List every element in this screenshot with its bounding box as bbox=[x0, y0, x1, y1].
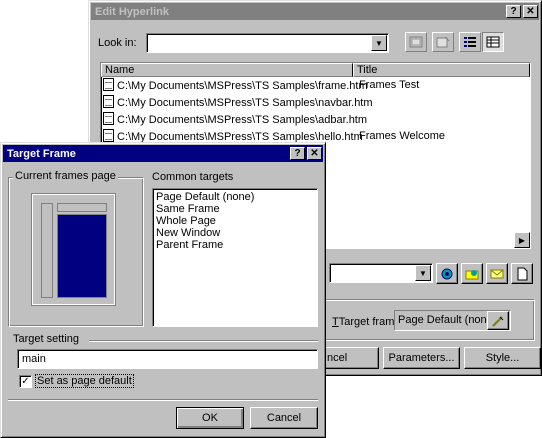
common-targets-label: Common targets bbox=[152, 171, 234, 183]
list-item[interactable]: Parent Frame bbox=[156, 239, 223, 251]
column-header-name[interactable]: Name bbox=[101, 63, 353, 77]
buttons-divider bbox=[8, 399, 318, 401]
globe-page-icon bbox=[409, 36, 423, 48]
new-page-button[interactable] bbox=[511, 263, 533, 284]
html-file-icon bbox=[103, 78, 114, 91]
file-row[interactable]: C:\My Documents\MSPress\TS Samples\frame… bbox=[103, 78, 368, 94]
frames-page-preview bbox=[31, 193, 116, 306]
target-setting-divider bbox=[89, 340, 318, 342]
list-item[interactable]: Whole Page bbox=[156, 215, 216, 227]
common-targets-list[interactable]: Page Default (none) Same Frame Whole Pag… bbox=[152, 188, 318, 327]
ok-button[interactable]: OK bbox=[176, 407, 244, 429]
file-name: C:\My Documents\MSPress\TS Samples\adbar… bbox=[117, 114, 368, 126]
html-file-icon bbox=[103, 95, 114, 108]
target-frame-label: TTarget frame bbox=[332, 316, 401, 328]
target-setting-input[interactable]: main bbox=[17, 349, 318, 369]
close-button[interactable]: ✕ bbox=[307, 147, 322, 160]
html-file-icon bbox=[103, 129, 114, 142]
target-frame-picker-button[interactable] bbox=[487, 311, 509, 330]
browse-file-button[interactable] bbox=[432, 32, 454, 52]
folder-globe-icon bbox=[465, 269, 479, 279]
help-button[interactable]: ? bbox=[506, 5, 521, 18]
column-header-title[interactable]: Title bbox=[353, 63, 530, 77]
style-button[interactable]: Style... bbox=[464, 347, 541, 369]
browse-web-button[interactable] bbox=[405, 32, 427, 52]
email-button[interactable] bbox=[486, 263, 508, 284]
cancel-button[interactable]: Cancel bbox=[250, 407, 318, 429]
file-title: Frames Welcome bbox=[359, 130, 445, 142]
chevron-down-icon[interactable]: ▼ bbox=[371, 35, 387, 51]
help-button[interactable]: ? bbox=[290, 147, 305, 160]
file-name: C:\My Documents\MSPress\TS Samples\navba… bbox=[117, 97, 373, 109]
target-frame-value: Page Default (none) bbox=[398, 314, 497, 326]
browse-web-button[interactable] bbox=[436, 263, 458, 284]
scroll-right-arrow[interactable]: ▶ bbox=[514, 232, 530, 248]
file-title: Frames Test bbox=[359, 79, 420, 91]
details-view-icon bbox=[486, 36, 500, 48]
folder-page-icon bbox=[436, 36, 450, 48]
globe-search-icon bbox=[441, 268, 453, 279]
look-in-label: Look in: bbox=[98, 37, 137, 49]
look-in-combobox[interactable]: ▼ bbox=[146, 33, 389, 53]
list-view-icon bbox=[464, 37, 476, 47]
file-name: C:\My Documents\MSPress\TS Samples\frame… bbox=[117, 80, 368, 92]
left-frame[interactable] bbox=[41, 203, 53, 298]
list-item[interactable]: Same Frame bbox=[156, 203, 220, 215]
list-item[interactable]: Page Default (none) bbox=[156, 191, 254, 203]
close-button[interactable]: ✕ bbox=[523, 5, 538, 18]
target-setting-label: Target setting bbox=[13, 333, 84, 345]
set-default-checkbox[interactable]: ✓ bbox=[19, 375, 32, 388]
browse-folder-button[interactable] bbox=[461, 263, 483, 284]
chevron-down-icon[interactable]: ▼ bbox=[415, 265, 431, 281]
envelope-icon bbox=[490, 269, 504, 278]
file-row[interactable]: C:\My Documents\MSPress\TS Samples\navba… bbox=[103, 95, 373, 111]
target-frame-dialog: Target Frame ? ✕ Current frames page Com… bbox=[0, 142, 326, 438]
details-view-button[interactable] bbox=[482, 32, 504, 52]
target-frame-titlebar[interactable]: Target Frame ? ✕ bbox=[3, 145, 323, 162]
file-row[interactable]: C:\My Documents\MSPress\TS Samples\adbar… bbox=[103, 112, 367, 128]
new-page-icon bbox=[517, 267, 528, 280]
list-view-button[interactable] bbox=[459, 32, 481, 52]
list-item[interactable]: New Window bbox=[156, 227, 220, 239]
main-frame-selected[interactable] bbox=[57, 214, 107, 298]
pencil-icon bbox=[492, 315, 504, 327]
html-file-icon bbox=[103, 112, 114, 125]
parameters-button[interactable]: Parameters... bbox=[383, 347, 460, 369]
current-frames-label: Current frames page bbox=[13, 170, 118, 182]
url-combobox[interactable]: ▼ bbox=[329, 263, 433, 283]
set-default-label[interactable]: Set as page default bbox=[35, 374, 134, 388]
edit-hyperlink-title: Edit Hyperlink bbox=[95, 5, 169, 18]
top-frame[interactable] bbox=[57, 203, 107, 212]
checkmark-icon: ✓ bbox=[21, 375, 30, 387]
edit-hyperlink-titlebar[interactable]: Edit Hyperlink ? ✕ bbox=[91, 3, 539, 20]
target-frame-title: Target Frame bbox=[7, 147, 76, 160]
